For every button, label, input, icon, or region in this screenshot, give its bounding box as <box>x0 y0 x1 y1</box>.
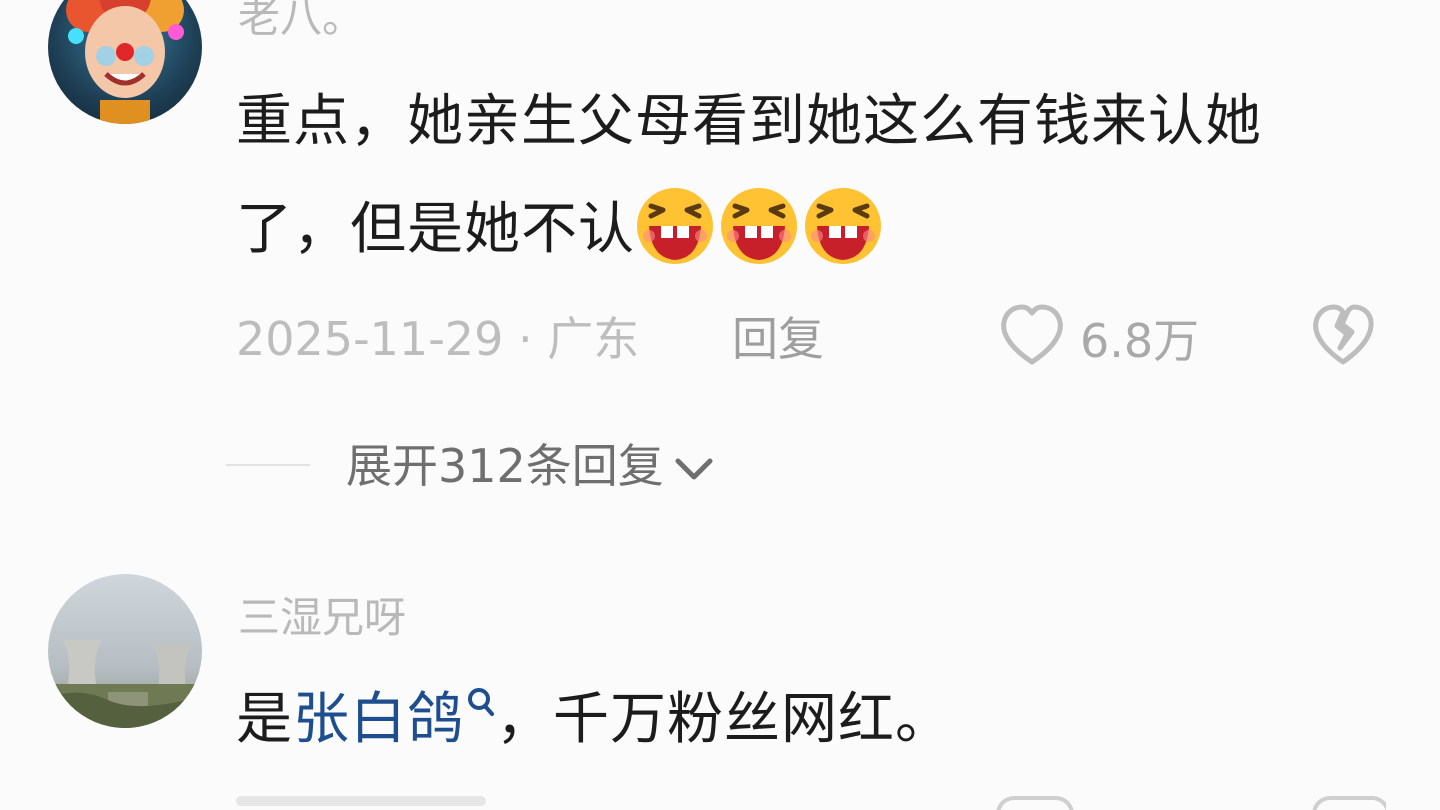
comment-date: 2025-11-29 <box>236 312 504 366</box>
comment-location: 广东 <box>547 312 640 366</box>
comment-text-line: 了，但是她不认 <box>236 176 1406 284</box>
divider <box>226 464 310 466</box>
comment-text-fragment: 了，但是她不认 <box>236 197 635 262</box>
laughing-emoji <box>635 186 715 266</box>
like-count: 6.8万 <box>1080 314 1200 368</box>
avatar-image <box>48 640 202 728</box>
like-button[interactable] <box>998 302 1066 368</box>
comment-item: 老八。 重点，她亲生父母看到她这么有钱来认她 了，但是她不认 2025-11-2… <box>0 0 1440 530</box>
comment-meta-partial <box>236 796 1386 810</box>
laughing-emoji <box>803 186 883 266</box>
search-mention-link[interactable]: 张白鸽 <box>293 687 496 752</box>
expand-replies-button[interactable]: 展开312条回复 <box>346 438 714 494</box>
meta-separator: · <box>503 312 548 366</box>
avatar-image <box>66 0 184 124</box>
comment-item: 三湿兄呀 是张白鸽 ，千万粉丝网红。 <box>0 560 1440 810</box>
chevron-down-icon <box>674 457 714 483</box>
comment-text-line: 重点，她亲生父母看到她这么有钱来认她 <box>236 89 1262 154</box>
comment-meta: 2025-11-29 · 广东 <box>236 312 639 366</box>
comment-text: 是张白鸽 ，千万粉丝网红。 <box>236 666 1406 774</box>
dislike-button[interactable] <box>1310 302 1376 368</box>
heart-outline-icon <box>1001 304 1063 365</box>
avatar[interactable] <box>48 0 202 124</box>
laughing-emoji <box>719 186 799 266</box>
username[interactable]: 三湿兄呀 <box>238 594 406 642</box>
reply-button[interactable]: 回复 <box>732 312 824 366</box>
username[interactable]: 老八。 <box>238 0 364 42</box>
comment-text: 重点，她亲生父母看到她这么有钱来认她 了，但是她不认 <box>236 68 1406 284</box>
broken-heart-icon <box>1313 304 1374 365</box>
comment-text-fragment: ，千万粉丝网红。 <box>496 687 952 752</box>
comment-text-fragment: 是 <box>236 687 293 752</box>
avatar[interactable] <box>48 574 202 728</box>
mention-label: 张白鸽 <box>293 687 464 752</box>
search-icon <box>466 686 496 718</box>
expand-replies-label: 展开312条回复 <box>346 439 664 493</box>
